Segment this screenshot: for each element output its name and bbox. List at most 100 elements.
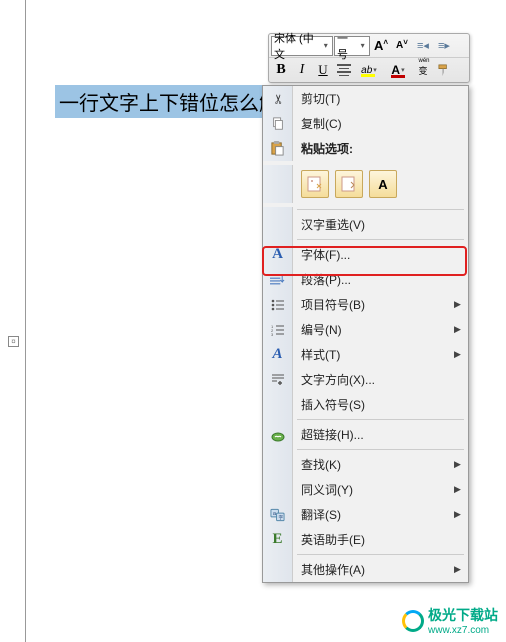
menu-hanzi-reselect-label: 汉字重选(V)	[293, 216, 468, 233]
menu-hyperlink[interactable]: 超链接(H)...	[263, 422, 468, 447]
menu-numbering[interactable]: 123 编号(N) ▶	[263, 317, 468, 342]
menu-insert-symbol[interactable]: 插入符号(S)	[263, 392, 468, 417]
menu-bullets-label: 项目符号(B)	[293, 296, 454, 313]
underline-button[interactable]: U	[313, 60, 333, 80]
font-size-select[interactable]: 一号▾	[334, 36, 370, 56]
menu-english-assistant-label: 英语助手(E)	[293, 531, 468, 548]
svg-text:3: 3	[271, 332, 274, 336]
menu-hanzi-reselect[interactable]: 汉字重选(V)	[263, 212, 468, 237]
menu-font-label: 字体(F)...	[293, 246, 468, 263]
watermark-url: www.xz7.com	[428, 625, 498, 636]
font-color-button[interactable]: A▾	[384, 60, 412, 80]
phonetic-guide-button[interactable]: wén变	[413, 60, 433, 80]
styles-icon: A	[272, 346, 282, 363]
font-name-value: 宋体 (中文	[274, 30, 322, 62]
format-painter-button[interactable]	[434, 60, 454, 80]
menu-insert-symbol-label: 插入符号(S)	[293, 396, 468, 413]
paste-merge-formatting[interactable]	[335, 170, 363, 198]
paste-icon	[270, 141, 285, 156]
watermark-title: 极光下载站	[428, 607, 498, 623]
dropdown-icon: ▾	[401, 66, 405, 74]
menu-bullets[interactable]: 项目符号(B) ▶	[263, 292, 468, 317]
watermark-logo-icon	[402, 610, 424, 632]
copy-icon	[271, 117, 285, 131]
dropdown-icon: ▾	[322, 41, 330, 50]
grow-font-button[interactable]: A	[371, 36, 391, 56]
watermark: 极光下载站 www.xz7.com	[402, 605, 498, 636]
bold-icon: B	[276, 62, 285, 78]
submenu-arrow-icon: ▶	[454, 509, 468, 520]
menu-copy-label: 复制(C)	[293, 115, 468, 132]
menu-other-actions[interactable]: 其他操作(A) ▶	[263, 557, 468, 582]
menu-cut[interactable]: ✂ 剪切(T)	[263, 86, 468, 111]
italic-button[interactable]: I	[292, 60, 312, 80]
menu-hyperlink-label: 超链接(H)...	[293, 426, 468, 443]
increase-indent-button[interactable]: ≡▸	[434, 36, 454, 56]
paragraph-icon	[270, 273, 285, 287]
menu-cut-label: 剪切(T)	[293, 90, 468, 107]
font-name-select[interactable]: 宋体 (中文▾	[271, 36, 333, 56]
submenu-arrow-icon: ▶	[454, 299, 468, 310]
submenu-arrow-icon: ▶	[454, 459, 468, 470]
menu-lookup-label: 查找(K)	[293, 456, 454, 473]
paste-source-icon	[306, 175, 324, 193]
shrink-font-icon: A	[396, 40, 408, 51]
menu-copy[interactable]: 复制(C)	[263, 111, 468, 136]
translate-icon: a字	[270, 508, 285, 522]
cut-icon: ✂	[270, 93, 286, 104]
page-break-marker: ¤	[8, 336, 19, 347]
underline-icon: U	[318, 62, 327, 78]
format-painter-icon	[437, 63, 452, 78]
font-color-icon: A	[391, 63, 400, 77]
paste-merge-icon	[340, 175, 358, 193]
mini-toolbar: 宋体 (中文▾ 一号▾ A A ≡◂ ≡▸ B I U ab▾ A▾ wén变	[268, 33, 470, 83]
shrink-font-button[interactable]: A	[392, 36, 412, 56]
context-menu: ✂ 剪切(T) 复制(C) 粘贴选项: A 汉字重选(V)	[262, 85, 469, 583]
submenu-arrow-icon: ▶	[454, 484, 468, 495]
svg-text:字: 字	[278, 513, 283, 519]
submenu-arrow-icon: ▶	[454, 564, 468, 575]
paste-options-row: A	[263, 161, 468, 207]
decrease-indent-icon: ≡◂	[417, 39, 429, 52]
submenu-arrow-icon: ▶	[454, 349, 468, 360]
phonetic-guide-icon: wén变	[418, 64, 427, 77]
menu-synonyms[interactable]: 同义词(Y) ▶	[263, 477, 468, 502]
bold-button[interactable]: B	[271, 60, 291, 80]
menu-translate[interactable]: a字 翻译(S) ▶	[263, 502, 468, 527]
paste-text-only[interactable]: A	[369, 170, 397, 198]
menu-styles[interactable]: A 样式(T) ▶	[263, 342, 468, 367]
grow-font-icon: A	[374, 38, 388, 53]
increase-indent-icon: ≡▸	[438, 39, 450, 52]
menu-translate-label: 翻译(S)	[293, 506, 454, 523]
menu-paste-options-label: 粘贴选项:	[293, 140, 468, 157]
menu-numbering-label: 编号(N)	[293, 321, 454, 338]
submenu-arrow-icon: ▶	[454, 324, 468, 335]
menu-paste-options-header: 粘贴选项:	[263, 136, 468, 161]
english-assistant-icon: E	[272, 531, 282, 548]
italic-icon: I	[300, 62, 305, 78]
font-size-value: 一号	[337, 30, 358, 62]
menu-other-actions-label: 其他操作(A)	[293, 561, 454, 578]
text-direction-icon	[271, 373, 285, 387]
decrease-indent-button[interactable]: ≡◂	[413, 36, 433, 56]
paste-keep-source-formatting[interactable]	[301, 170, 329, 198]
menu-styles-label: 样式(T)	[293, 346, 454, 363]
bullets-icon	[271, 299, 285, 311]
numbering-icon: 123	[271, 324, 285, 336]
menu-text-direction[interactable]: 文字方向(X)...	[263, 367, 468, 392]
menu-paragraph-label: 段落(P)...	[293, 271, 468, 288]
highlight-button[interactable]: ab▾	[355, 60, 383, 80]
menu-font[interactable]: A 字体(F)...	[263, 242, 468, 267]
menu-paragraph[interactable]: 段落(P)...	[263, 267, 468, 292]
menu-synonyms-label: 同义词(Y)	[293, 481, 454, 498]
paste-text-icon: A	[378, 177, 387, 192]
hyperlink-icon	[270, 428, 286, 442]
dropdown-icon: ▾	[358, 41, 367, 50]
highlight-icon: ab	[361, 65, 372, 76]
align-center-icon	[337, 64, 351, 76]
align-center-button[interactable]	[334, 60, 354, 80]
menu-lookup[interactable]: 查找(K) ▶	[263, 452, 468, 477]
menu-english-assistant[interactable]: E 英语助手(E)	[263, 527, 468, 552]
menu-text-direction-label: 文字方向(X)...	[293, 371, 468, 388]
font-icon: A	[272, 246, 283, 263]
